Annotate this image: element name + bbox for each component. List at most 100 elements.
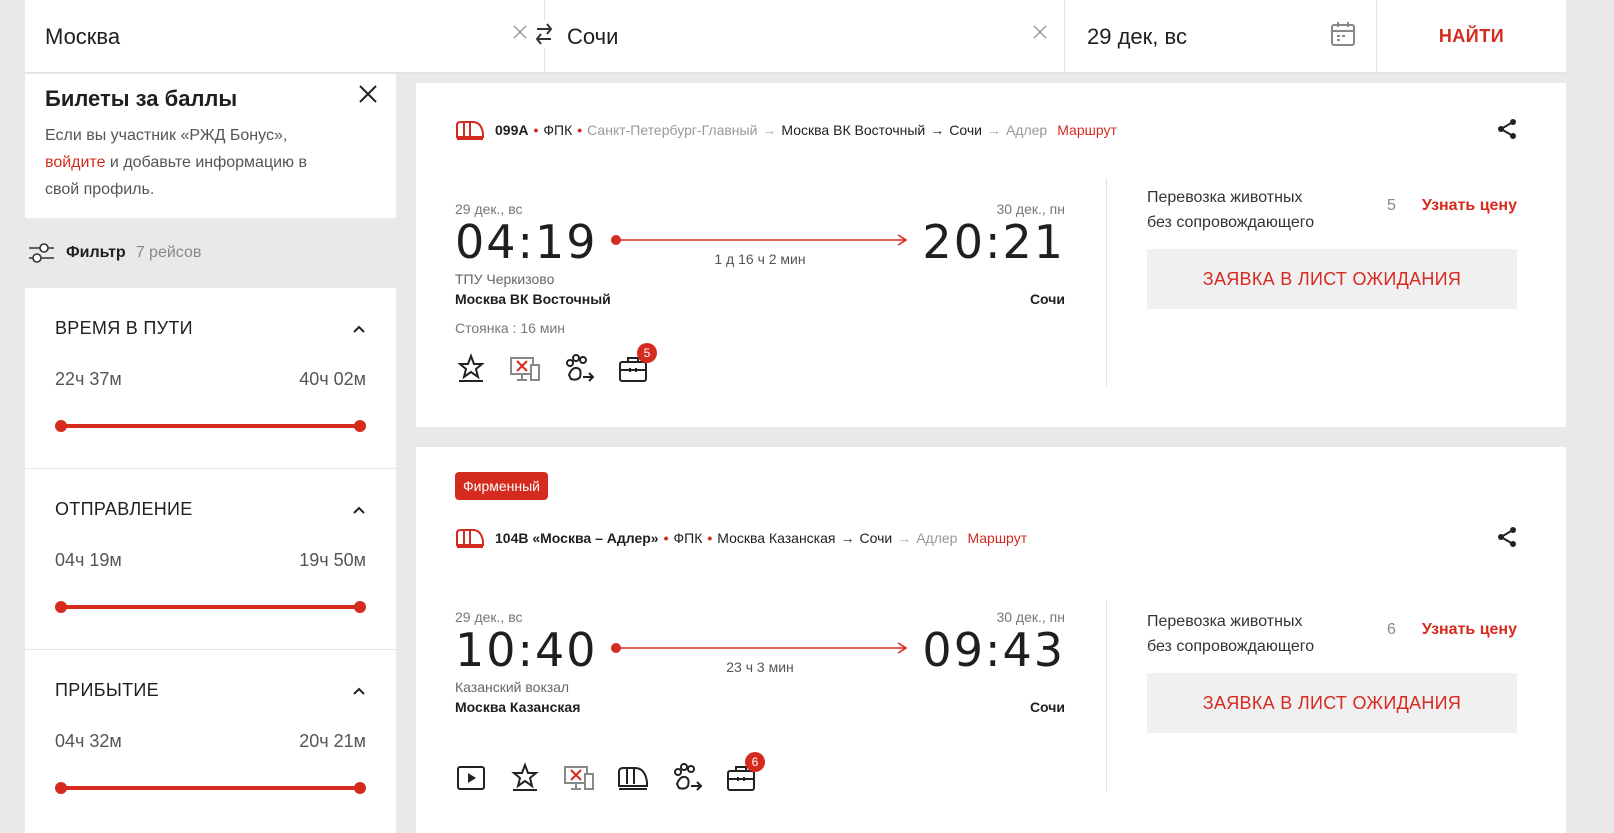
bonus-banner: Билеты за баллы Если вы участник «РЖД Бо… [25,74,396,218]
slider-handle-min[interactable] [55,782,67,794]
clear-icon[interactable] [512,24,528,40]
filter-toggle[interactable]: Фильтр 7 рейсов [28,238,201,268]
share-icon[interactable] [1496,526,1518,548]
calendar-icon[interactable] [1330,21,1356,47]
train-number: 104В «Москва – Адлер» [495,530,659,546]
from-input[interactable]: Москва [45,24,120,50]
slider-handle-min[interactable] [55,420,67,432]
slider-handle-max[interactable] [354,601,366,613]
offer-label: Перевозка животных без сопровождающего [1147,189,1315,231]
no-electronic-registration-icon[interactable] [509,353,541,385]
bonus-text: Если вы участник «РЖД Бонус», войдите и … [45,127,307,198]
price-link[interactable]: Узнать цену [1422,621,1517,639]
luggage-count-badge: 5 [637,343,657,363]
route-line: 104В «Москва – Адлер» • ФПК • Москва Каз… [455,527,1027,549]
stop-duration: Стоянка : 16 мин [455,320,565,336]
range-max: 19ч 50м [299,550,366,570]
range-slider[interactable] [55,420,366,432]
to-input[interactable]: Сочи [567,24,618,50]
train-icon [456,121,484,140]
travel-duration: 23 ч 3 мин [726,659,794,675]
departure-hub: Казанский вокзал [455,679,570,695]
filter-label: Фильтр [66,244,126,261]
route-from: Москва Казанская [717,530,836,546]
train-card: 099А • ФПК • Санкт-Петербург-Главный → М… [416,83,1566,427]
arrival-time: 09:43 [922,623,1065,677]
route-line: 099А • ФПК • Санкт-Петербург-Главный → М… [455,119,1117,141]
departure-time: 10:40 [455,623,598,677]
date-field[interactable]: 29 дек, вс [1065,0,1377,73]
route-to: Сочи [859,530,893,546]
range-max: 40ч 02м [299,369,366,389]
find-button[interactable]: НАЙТИ [1439,26,1504,47]
search-bar: Москва Сочи 29 дек, вс НАЙТИ [25,0,1566,73]
range-min: 04ч 19м [55,550,122,570]
filter-title: ВРЕМЯ В ПУТИ [55,318,193,338]
carrier: ФПК [543,122,573,138]
no-electronic-registration-icon[interactable] [563,762,595,794]
filter-header[interactable]: ВРЕМЯ В ПУТИ [55,318,366,339]
offer-block: Перевозка животных без сопровождающего 6 … [1147,609,1517,749]
seat-count: 5 [1387,197,1396,214]
login-link[interactable]: войдите [45,154,105,171]
slider-track [60,786,361,790]
luggage-icon[interactable]: 6 [725,752,765,794]
slider-handle-min[interactable] [55,601,67,613]
close-icon[interactable] [358,84,378,104]
train-card: Фирменный 104В «Москва – Адлер» • ФПК • … [416,447,1566,833]
from-field[interactable]: Москва [25,0,545,73]
arrival-time: 20:21 [922,215,1065,269]
video-icon[interactable] [455,762,487,794]
divider [1106,178,1107,386]
results-count: 7 рейсов [135,244,202,261]
bonus-title: Билеты за баллы [45,86,238,111]
amenities: 6 [455,752,765,794]
clear-icon[interactable] [1032,24,1048,40]
offer-label: Перевозка животных без сопровождающего [1147,613,1315,655]
star-service-icon[interactable] [509,762,541,794]
pets-transport-icon[interactable] [671,762,703,794]
journey-arrow [611,642,908,654]
luggage-count-badge: 6 [745,752,765,772]
slider-track [60,605,361,609]
pets-transport-icon[interactable] [563,353,595,385]
price-link[interactable]: Узнать цену [1422,197,1517,215]
train-icon[interactable] [617,762,649,794]
filter-header[interactable]: ОТПРАВЛЕНИЕ [55,499,366,520]
departure-station: Москва ВК Восточный [455,291,611,307]
chevron-up-icon[interactable] [352,324,366,334]
swap-icon[interactable] [533,20,555,48]
slider-handle-max[interactable] [354,782,366,794]
carrier: ФПК [673,530,703,546]
luggage-icon[interactable]: 5 [617,343,657,385]
slider-handle-max[interactable] [354,420,366,432]
range-max: 20ч 21м [299,731,366,751]
offer-block: Перевозка животных без сопровождающего 5 … [1147,185,1517,325]
to-field[interactable]: Сочи [533,0,1065,73]
share-icon[interactable] [1496,118,1518,140]
waitlist-button[interactable]: ЗАЯВКА В ЛИСТ ОЖИДАНИЯ [1147,673,1517,733]
range-min: 04ч 32м [55,731,122,751]
route-terminus: Адлер [1005,122,1048,138]
schedule: 29 дек., вс 30 дек., пн 10:40 09:43 23 ч… [455,609,1065,729]
seat-count: 6 [1387,621,1396,638]
star-service-icon[interactable] [455,353,487,385]
range-slider[interactable] [55,601,366,613]
schedule: 29 дек., вс 30 дек., пн 04:19 20:21 1 д … [455,201,1065,341]
range-slider[interactable] [55,782,366,794]
route-link[interactable]: Маршрут [1057,122,1117,138]
chevron-up-icon[interactable] [352,686,366,696]
route-origin: Санкт-Петербург-Главный [587,122,758,138]
train-number: 099А [495,122,529,138]
date-input[interactable]: 29 дек, вс [1087,24,1187,50]
route-link[interactable]: Маршрут [967,530,1027,546]
train-icon [456,529,484,548]
branded-badge: Фирменный [455,472,549,500]
filter-departure: ОТПРАВЛЕНИЕ 04ч 19м 19ч 50м [25,469,396,649]
range-min: 22ч 37м [55,369,122,389]
route-to: Сочи [949,122,982,138]
waitlist-button[interactable]: ЗАЯВКА В ЛИСТ ОЖИДАНИЯ [1147,249,1517,309]
chevron-up-icon[interactable] [352,505,366,515]
slider-track [60,424,361,428]
filter-header[interactable]: ПРИБЫТИЕ [55,680,366,701]
